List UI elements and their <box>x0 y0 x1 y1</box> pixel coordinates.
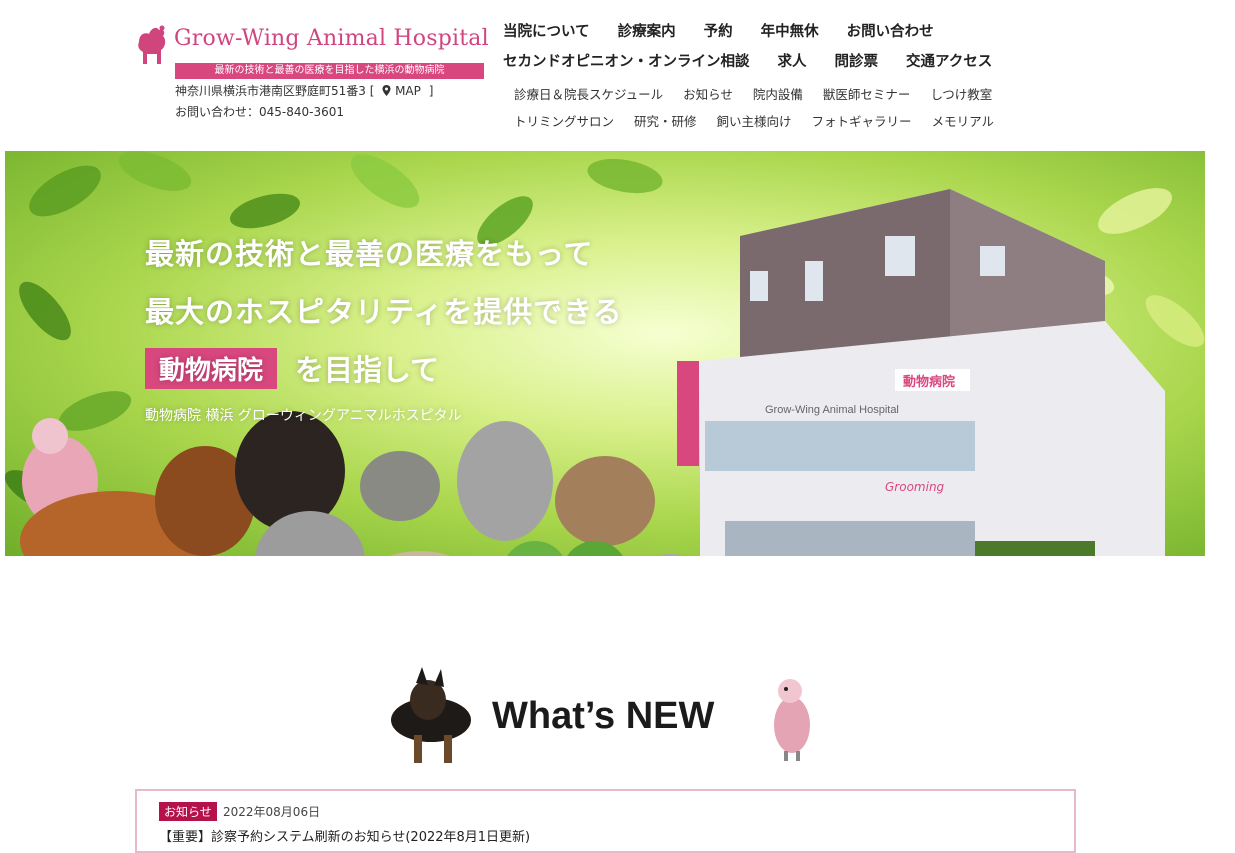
grooming-sign: Grooming <box>885 480 945 494</box>
map-bracket-close: ] <box>428 84 434 98</box>
nav-training-class[interactable]: しつけ教室 <box>930 84 992 103</box>
sub-navigation: 診療日＆院長スケジュール お知らせ 院内設備 獣医師セミナー しつけ教室 トリミ… <box>514 84 1034 138</box>
nav-news[interactable]: お知らせ <box>683 84 733 103</box>
hero-bottom-band <box>5 556 1205 616</box>
nav-contact[interactable]: お問い合わせ <box>847 20 934 41</box>
nav-questionnaire[interactable]: 問診票 <box>835 50 879 71</box>
sub-nav-row-1: 診療日＆院長スケジュール お知らせ 院内設備 獣医師セミナー しつけ教室 <box>514 84 1034 103</box>
building-sign-text: Grow-Wing Animal Hospital <box>765 404 899 416</box>
nav-open-all-year[interactable]: 年中無休 <box>761 20 819 41</box>
logo-title: Grow-Wing Animal Hospital <box>174 26 489 51</box>
whats-new-title: What’s NEW <box>492 695 715 737</box>
nav-services[interactable]: 診療案内 <box>618 20 676 41</box>
main-nav-row-2: セカンドオピニオン・オンライン相談 求人 問診票 交通アクセス <box>503 50 1043 71</box>
nav-research[interactable]: 研究・研修 <box>634 111 697 130</box>
news-list: お知らせ 2022年08月06日 【重要】診察予約システム刷新のお知らせ(202… <box>135 789 1076 853</box>
hero-badge: 動物病院 <box>145 347 278 389</box>
nav-about[interactable]: 当院について <box>503 20 590 41</box>
map-link[interactable]: MAP <box>382 84 424 98</box>
nav-recruit[interactable]: 求人 <box>778 50 807 71</box>
cockatoo-illustration <box>774 679 810 761</box>
news-date: 2022年08月06日 <box>223 805 321 819</box>
logo-tagline: 最新の技術と最善の医療を目指した横浜の動物病院 <box>175 63 484 79</box>
nav-reservation[interactable]: 予約 <box>704 20 733 41</box>
main-navigation: 当院について 診療案内 予約 年中無休 お問い合わせ セカンドオピニオン・オンラ… <box>503 20 1043 80</box>
nav-facilities[interactable]: 院内設備 <box>753 84 803 103</box>
nav-second-opinion[interactable]: セカンドオピニオン・オンライン相談 <box>503 50 750 71</box>
whats-new-heading: What’s NEW <box>386 665 826 775</box>
hospital-building <box>677 189 1165 601</box>
hero-line-3: 動物病院 を目指して <box>145 347 623 389</box>
address: 神奈川県横浜市港南区野庭町51番3 [ MAP ] <box>175 82 433 99</box>
hero-line-2: 最大のホスピタリティを提供できる <box>145 295 623 329</box>
news-title-link[interactable]: 【重要】診察予約システム刷新のお知らせ(2022年8月1日更新) <box>159 826 530 845</box>
phone-contact[interactable]: お問い合わせ：045-840-3601 <box>175 103 344 120</box>
nav-vet-seminar[interactable]: 獣医師セミナー <box>823 84 911 103</box>
hero-text: 最新の技術と最善の医療をもって 最大のホスピタリティを提供できる 動物病院 を目… <box>145 231 623 425</box>
nav-schedule[interactable]: 診療日＆院長スケジュール <box>514 84 663 103</box>
address-text: 神奈川県横浜市港南区野庭町51番3 <box>175 84 366 98</box>
hero-line-1: 最新の技術と最善の医療をもって <box>145 237 594 271</box>
hero-banner: Grow-Wing Animal Hospital 動物病院 Grooming … <box>5 151 1205 616</box>
nav-access[interactable]: 交通アクセス <box>906 50 992 71</box>
hero-line-3-text: を目指して <box>295 353 440 387</box>
hero-subtitle: 動物病院 横浜 グローウィングアニマルホスピタル <box>145 408 462 424</box>
news-category-badge[interactable]: お知らせ <box>159 802 217 821</box>
map-label: MAP <box>395 84 421 98</box>
main-nav-row-1: 当院について 診療案内 予約 年中無休 お問い合わせ <box>503 20 1043 41</box>
puppy-illustration <box>391 667 471 763</box>
site-header: Grow-Wing Animal Hospital 最新の技術と最善の医療を目指… <box>0 0 1235 150</box>
nav-trimming-salon[interactable]: トリミングサロン <box>514 111 614 130</box>
map-pin-icon <box>382 85 391 96</box>
dog-logo-icon <box>138 25 166 64</box>
building-sign-jp: 動物病院 <box>903 374 955 390</box>
nav-memorial[interactable]: メモリアル <box>932 111 994 130</box>
map-bracket-open: [ <box>369 84 375 98</box>
sub-nav-row-2: トリミングサロン 研究・研修 飼い主様向け フォトギャラリー メモリアル <box>514 111 1034 130</box>
nav-for-owners[interactable]: 飼い主様向け <box>717 111 792 130</box>
nav-photo-gallery[interactable]: フォトギャラリー <box>812 111 912 130</box>
